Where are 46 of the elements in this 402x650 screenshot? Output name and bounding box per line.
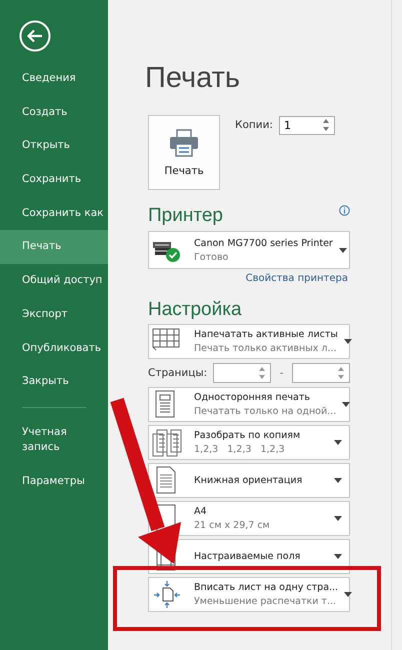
- caret-icon: [344, 339, 352, 344]
- nav-item[interactable]: Сохранить: [0, 163, 108, 197]
- nav-item[interactable]: Печать: [0, 230, 108, 264]
- setting-dropdown[interactable]: Напечатать активные листы Печать только активных л...: [148, 324, 350, 359]
- pages-label: Страницы:: [148, 367, 208, 379]
- section-heading: Настройка: [148, 299, 242, 321]
- nav-item[interactable]: Учетная запись: [0, 416, 108, 465]
- caret-icon: [334, 478, 342, 483]
- caret-icon: [338, 248, 347, 252]
- nav-item[interactable]: Открыть: [0, 129, 108, 164]
- setting-dropdown[interactable]: А4 21 см x 29,7 см: [148, 501, 350, 536]
- caret-icon: [342, 402, 350, 407]
- page-to-spinner[interactable]: [292, 363, 350, 383]
- back-button[interactable]: [19, 20, 51, 52]
- setting-dropdown[interactable]: Разобрать по копиям 1,2,3 1,2,3 1,2,3: [148, 425, 350, 460]
- range-separator: -: [280, 368, 284, 378]
- spin-arrows-icon: [336, 366, 345, 380]
- nav-item[interactable]: Сведения: [0, 62, 108, 96]
- section-heading: Принтер: [148, 205, 223, 227]
- caret-icon: [334, 554, 342, 559]
- nav-item[interactable]: Сохранить как: [0, 196, 108, 230]
- printer-dropdown[interactable]: Canon MG7700 series Printer Готово: [148, 231, 350, 269]
- info-icon: [339, 205, 350, 216]
- nav-item[interactable]: Параметры: [0, 464, 108, 499]
- collated-pages-icon: [152, 428, 182, 457]
- page-from-spinner[interactable]: [213, 363, 271, 383]
- caret-icon: [334, 440, 342, 445]
- nav-item[interactable]: Создать: [0, 96, 108, 130]
- copies-spinner[interactable]: 1: [278, 116, 335, 134]
- printer-icon: [169, 128, 199, 156]
- caret-icon: [334, 516, 342, 521]
- page-title: Печать: [145, 61, 242, 96]
- nav-item[interactable]: Общий доступ: [0, 264, 108, 298]
- setting-dropdown[interactable]: Односторонняя печать Печатать только на одной...: [148, 387, 350, 422]
- spin-arrows-icon: [258, 366, 266, 380]
- fit-to-page-icon: [152, 580, 182, 609]
- setting-dropdown[interactable]: Книжная ориентация: [148, 463, 350, 498]
- caret-icon: [344, 592, 352, 597]
- setting-dropdown[interactable]: Вписать лист на одну стра... Уменьшение распечатки т...: [148, 577, 350, 612]
- copies-label: Копии:: [235, 119, 273, 131]
- spin-arrows-icon: [322, 118, 330, 132]
- print-button[interactable]: Печать: [148, 115, 220, 190]
- nav-item[interactable]: Опубликовать: [0, 332, 108, 366]
- nav-item[interactable]: Экспорт: [0, 298, 108, 332]
- printer-properties-link[interactable]: Свойства принтера: [148, 273, 348, 284]
- nav-item[interactable]: Закрыть: [0, 365, 108, 399]
